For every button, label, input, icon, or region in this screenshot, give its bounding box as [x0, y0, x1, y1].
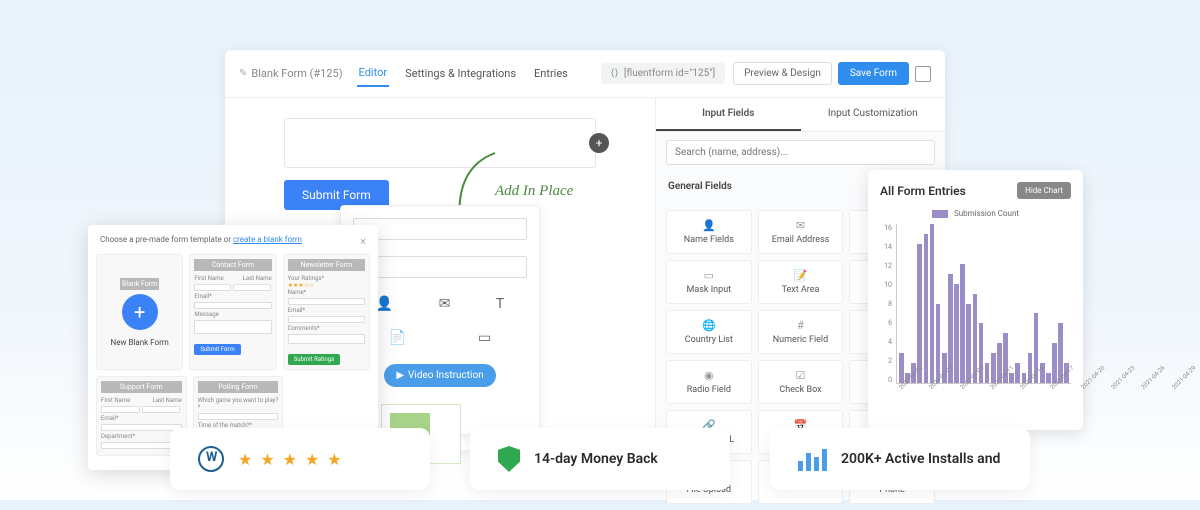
- field-card[interactable]: ✉Email Address: [758, 210, 844, 254]
- video-instruction-button[interactable]: ▶ Video Instruction: [384, 364, 495, 387]
- rating-card: ★ ★ ★ ★ ★: [170, 428, 430, 490]
- form-field-placeholder[interactable]: +: [284, 118, 596, 168]
- chart-title: All Form Entries: [880, 184, 966, 198]
- field-icon: 🌐: [671, 319, 747, 332]
- field-card[interactable]: 👤Name Fields: [666, 210, 752, 254]
- play-icon: ▶: [396, 370, 404, 381]
- field-icon: 👤: [671, 219, 747, 232]
- plus-icon: +: [122, 294, 158, 330]
- add-in-place-label: Add In Place: [495, 183, 573, 200]
- code-icon: ⟨⟩: [611, 68, 619, 79]
- chart-bar: [899, 353, 904, 383]
- chart-area: 1614121086420: [880, 224, 1071, 384]
- chart-bar: [1046, 373, 1051, 383]
- chart-legend: Submission Count: [880, 209, 1071, 218]
- create-blank-form-link[interactable]: create a blank form: [233, 235, 302, 244]
- y-axis: 1614121086420: [880, 224, 896, 384]
- preview-icon-row: 👤 ✉ T: [353, 296, 527, 312]
- field-card[interactable]: ◉Radio Field: [666, 360, 752, 404]
- tab-entries[interactable]: Entries: [532, 61, 570, 86]
- field-icon: ☑: [763, 369, 839, 382]
- field-icon: ✉: [763, 219, 839, 232]
- field-icon: ▭: [671, 269, 747, 282]
- star-icon: ★★★☆☆: [288, 282, 365, 289]
- field-icon: 📝: [763, 269, 839, 282]
- mail-icon: ✉: [439, 296, 451, 312]
- modal-header: Choose a pre-made form template or creat…: [96, 233, 370, 254]
- hide-chart-button[interactable]: Hide Chart: [1017, 182, 1071, 199]
- preview-input: [353, 256, 527, 278]
- field-card[interactable]: #Numeric Field: [758, 310, 844, 354]
- template-contact-form[interactable]: Contact Form First NameLast Name Email* …: [189, 254, 276, 370]
- user-icon: 👤: [376, 296, 393, 312]
- breadcrumb: Blank Form (#125): [251, 67, 342, 80]
- entries-chart-panel: All Form Entries Hide Chart Submission C…: [868, 170, 1083, 430]
- text-icon: T: [496, 296, 504, 312]
- chart-bars: [896, 224, 1071, 384]
- edit-icon: ✎: [239, 68, 247, 79]
- template-newsletter-form[interactable]: Newsletter Form Your Ratings* ★★★☆☆ Name…: [283, 254, 370, 370]
- close-icon[interactable]: ×: [360, 235, 366, 248]
- chart-bar: [917, 244, 922, 383]
- wordpress-icon: [198, 446, 224, 472]
- shield-icon: [498, 446, 520, 472]
- star-rating-icon: ★ ★ ★ ★ ★: [238, 450, 344, 469]
- tab-editor[interactable]: Editor: [357, 60, 390, 87]
- feature-cards-row: ★ ★ ★ ★ ★ 14-day Money Back 200K+ Active…: [0, 408, 1200, 510]
- save-form-button[interactable]: Save Form: [838, 62, 909, 85]
- chart-bar: [960, 264, 965, 383]
- field-card[interactable]: ▭Mask Input: [666, 260, 752, 304]
- card-icon: ▭: [478, 330, 491, 346]
- chart-bar: [966, 304, 971, 384]
- add-field-icon[interactable]: +: [589, 133, 609, 153]
- money-back-card: 14-day Money Back: [470, 428, 730, 490]
- chart-bar: [1015, 363, 1020, 383]
- preview-icon-row: 📄 ▭: [353, 330, 527, 346]
- tab-input-customization[interactable]: Input Customization: [801, 98, 946, 131]
- field-card[interactable]: 🌐Country List: [666, 310, 752, 354]
- chart-bar: [985, 363, 990, 383]
- field-search-input[interactable]: [666, 140, 935, 165]
- legend-swatch-icon: [932, 210, 948, 218]
- field-card[interactable]: ☑Check Box: [758, 360, 844, 404]
- chart-bar: [930, 224, 935, 383]
- field-icon: #: [763, 319, 839, 332]
- installs-card: 200K+ Active Installs and: [770, 428, 1030, 490]
- field-card[interactable]: 📝Text Area: [758, 260, 844, 304]
- bar-chart-icon: [798, 447, 827, 471]
- x-axis: 2021-04-022021-04-052021-04-082021-04-11…: [898, 386, 1071, 393]
- topbar: ✎ Blank Form (#125) Editor Settings & In…: [225, 50, 945, 98]
- chart-bar: [954, 284, 959, 383]
- field-icon: ◉: [671, 369, 747, 382]
- chart-bar: [924, 234, 929, 383]
- sidebar-tabs: Input Fields Input Customization: [656, 98, 945, 132]
- tab-input-fields[interactable]: Input Fields: [656, 98, 801, 131]
- tab-settings[interactable]: Settings & Integrations: [403, 61, 518, 86]
- template-blank-form[interactable]: Blank Form + New Blank Form: [96, 254, 183, 370]
- preview-design-button[interactable]: Preview & Design: [733, 62, 832, 85]
- chart-bar: [936, 304, 941, 384]
- shortcode-display[interactable]: ⟨⟩ [fluentform id="125"]: [601, 63, 726, 84]
- preview-input: [353, 218, 527, 240]
- fullscreen-icon[interactable]: [915, 66, 931, 82]
- doc-icon: 📄: [389, 330, 406, 346]
